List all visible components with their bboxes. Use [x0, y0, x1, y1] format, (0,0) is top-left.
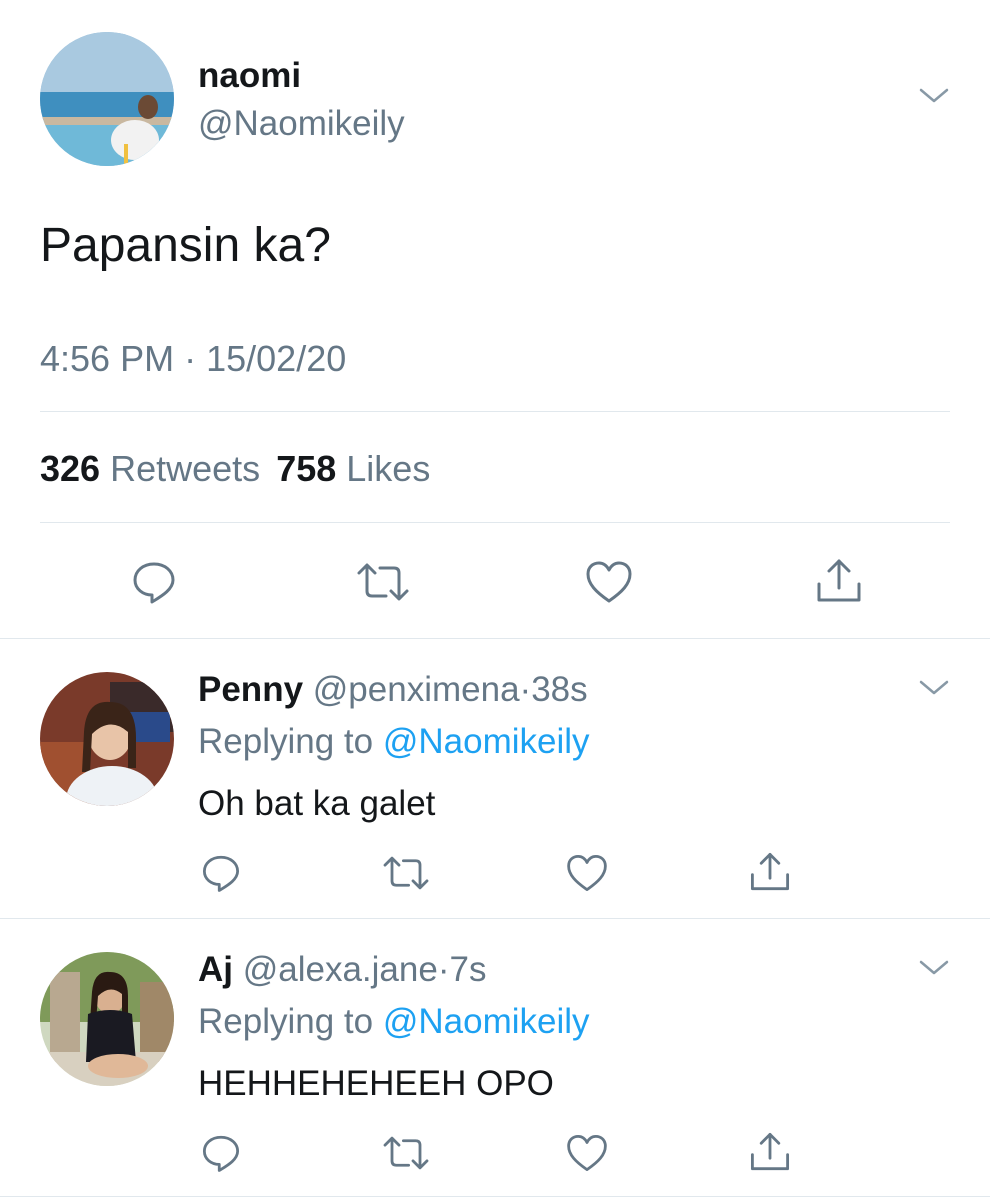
heart-icon[interactable] — [565, 1132, 609, 1174]
reply-icon[interactable] — [200, 852, 242, 894]
reply-avatar[interactable] — [40, 952, 174, 1086]
likes-label: Likes — [346, 448, 431, 489]
retweet-icon[interactable] — [382, 852, 430, 894]
divider — [40, 522, 950, 523]
reply-header: Aj @alexa.jane·7s — [198, 950, 486, 990]
share-icon[interactable] — [748, 1130, 792, 1174]
share-icon[interactable] — [748, 850, 792, 894]
retweets-label: Retweets — [110, 448, 261, 489]
section-divider — [0, 638, 990, 639]
replying-to-label: Replying to — [198, 1002, 374, 1041]
replying-to: Replying to @Naomikeily — [198, 722, 590, 762]
section-divider — [0, 918, 990, 919]
timestamp-separator: · — [184, 338, 197, 379]
retweet-icon[interactable] — [356, 558, 410, 606]
retweet-icon[interactable] — [382, 1132, 430, 1174]
author-display-name[interactable]: naomi — [198, 56, 301, 96]
replying-to: Replying to @Naomikeily — [198, 1002, 590, 1042]
author-avatar[interactable] — [40, 32, 174, 166]
retweets-count: 326 — [40, 448, 101, 489]
chevron-down-icon[interactable] — [918, 958, 950, 978]
reply-text: HEHHEHEHEEH OPO — [198, 1064, 554, 1103]
likes-stat[interactable]: 758 Likes — [276, 448, 430, 489]
divider — [40, 411, 950, 412]
reply-handle[interactable]: @penximena — [313, 670, 520, 709]
reply-avatar[interactable] — [40, 672, 174, 806]
tweet-stats: 326 Retweets 758 Likes — [40, 448, 430, 490]
reply-icon[interactable] — [130, 558, 178, 606]
section-divider — [0, 1196, 990, 1197]
reply-text: Oh bat ka galet — [198, 784, 436, 823]
replying-to-link[interactable]: @Naomikeily — [383, 722, 590, 761]
tweet-text: Papansin ka? — [40, 219, 331, 272]
reply-display-name[interactable]: Penny — [198, 670, 303, 709]
reply-separator: · — [519, 670, 532, 709]
reply-handle[interactable]: @alexa.jane — [243, 950, 438, 989]
reply-separator: · — [437, 950, 450, 989]
tweet-date: 15/02/20 — [206, 338, 347, 379]
tweet-time: 4:56 PM — [40, 338, 175, 379]
reply-display-name[interactable]: Aj — [198, 950, 233, 989]
chevron-down-icon[interactable] — [918, 86, 950, 106]
tweet-timestamp: 4:56 PM · 15/02/20 — [40, 338, 346, 380]
replying-to-label: Replying to — [198, 722, 374, 761]
heart-icon[interactable] — [565, 852, 609, 894]
chevron-down-icon[interactable] — [918, 678, 950, 698]
reply-header: Penny @penximena·38s — [198, 670, 588, 710]
reply-icon[interactable] — [200, 1132, 242, 1174]
heart-icon[interactable] — [584, 558, 634, 606]
reply-age: 38s — [531, 670, 588, 709]
replying-to-link[interactable]: @Naomikeily — [383, 1002, 590, 1041]
author-handle[interactable]: @Naomikeily — [198, 104, 405, 144]
likes-count: 758 — [276, 448, 337, 489]
retweets-stat[interactable]: 326 Retweets — [40, 448, 270, 489]
share-icon[interactable] — [814, 556, 864, 606]
reply-age: 7s — [449, 950, 487, 989]
